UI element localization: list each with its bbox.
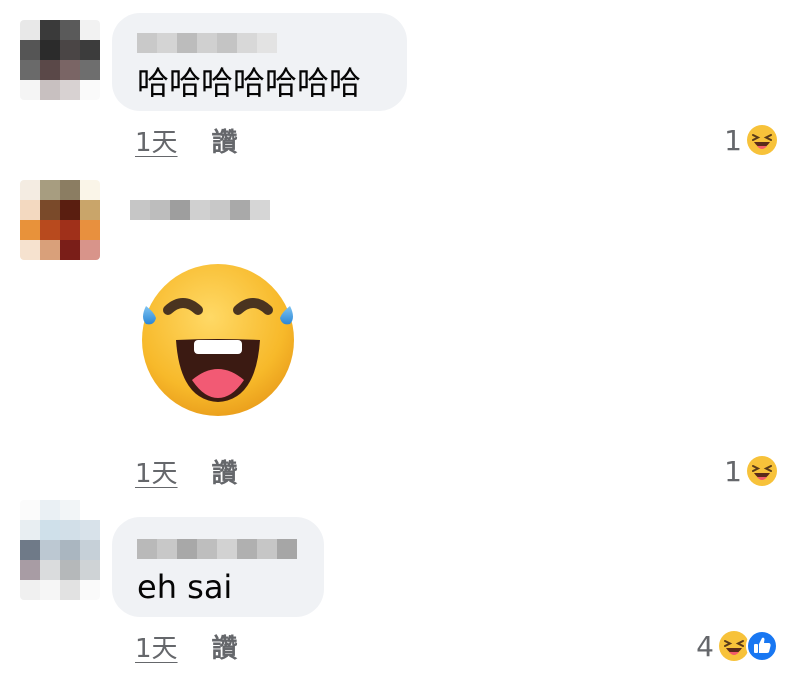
avatar[interactable]: [20, 20, 100, 100]
comment-actions: 1天 讚: [135, 628, 238, 664]
thumbs-up-icon: [746, 630, 778, 662]
reaction-count: 1: [724, 454, 742, 488]
reaction-count: 4: [696, 629, 714, 663]
timestamp-link[interactable]: 1天: [135, 628, 178, 665]
timestamp-link[interactable]: 1天: [135, 122, 178, 159]
laughing-tears-emoji-icon: [142, 264, 294, 416]
avatar[interactable]: [20, 500, 100, 600]
commenter-name[interactable]: [137, 33, 277, 53]
comment-actions: 1天 讚: [135, 453, 238, 489]
reaction-count: 1: [724, 123, 742, 157]
comment-actions: 1天 讚: [135, 122, 238, 158]
avatar[interactable]: [20, 180, 100, 260]
comment-bubble: eh sai: [112, 517, 324, 617]
comment-text: 哈哈哈哈哈哈哈: [137, 64, 362, 102]
commenter-name[interactable]: [137, 539, 297, 559]
timestamp-link[interactable]: 1天: [135, 453, 178, 490]
comment-bubble: 哈哈哈哈哈哈哈: [112, 13, 407, 111]
reactions-summary[interactable]: 1: [724, 122, 778, 158]
like-button[interactable]: 讚: [212, 122, 238, 159]
reactions-summary[interactable]: 1: [724, 453, 778, 489]
comment-text: eh sai: [137, 568, 233, 606]
commenter-name[interactable]: [130, 200, 270, 220]
like-button[interactable]: 讚: [212, 453, 238, 490]
laughing-emoji-icon: [747, 456, 777, 486]
reactions-summary[interactable]: 4: [696, 628, 778, 664]
laughing-emoji-icon: [747, 125, 777, 155]
like-button[interactable]: 讚: [212, 628, 238, 665]
